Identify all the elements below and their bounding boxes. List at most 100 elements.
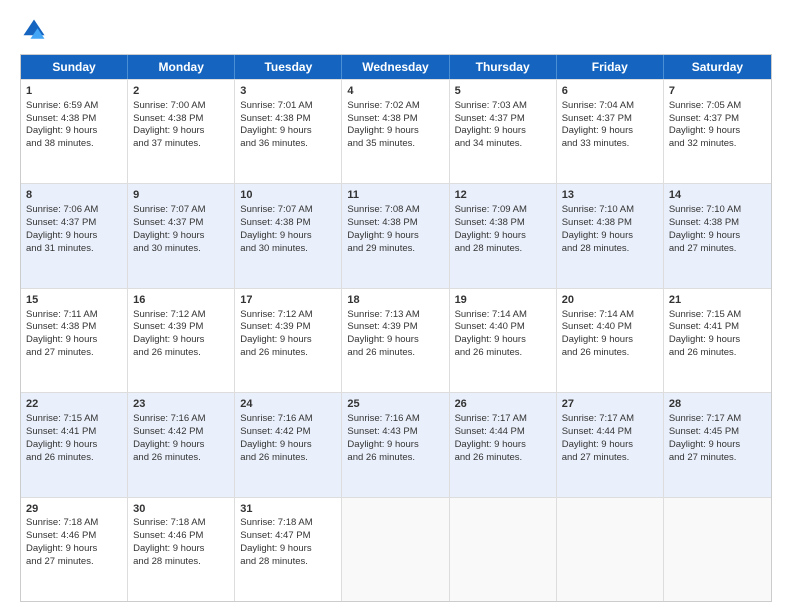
day-number: 5 bbox=[455, 84, 551, 99]
day-info: Sunrise: 7:18 AM Sunset: 4:47 PM Dayligh… bbox=[240, 517, 312, 566]
day-info: Sunrise: 7:05 AM Sunset: 4:37 PM Dayligh… bbox=[669, 100, 741, 149]
cal-cell-day-27: 27Sunrise: 7:17 AM Sunset: 4:44 PM Dayli… bbox=[557, 393, 664, 496]
cal-cell-day-31: 31Sunrise: 7:18 AM Sunset: 4:47 PM Dayli… bbox=[235, 498, 342, 601]
day-info: Sunrise: 7:16 AM Sunset: 4:43 PM Dayligh… bbox=[347, 413, 419, 462]
cal-cell-day-18: 18Sunrise: 7:13 AM Sunset: 4:39 PM Dayli… bbox=[342, 289, 449, 392]
cal-cell-day-7: 7Sunrise: 7:05 AM Sunset: 4:37 PM Daylig… bbox=[664, 80, 771, 183]
cal-cell-day-30: 30Sunrise: 7:18 AM Sunset: 4:46 PM Dayli… bbox=[128, 498, 235, 601]
cal-cell-day-2: 2Sunrise: 7:00 AM Sunset: 4:38 PM Daylig… bbox=[128, 80, 235, 183]
header bbox=[20, 16, 772, 44]
day-info: Sunrise: 7:10 AM Sunset: 4:38 PM Dayligh… bbox=[669, 204, 741, 253]
day-number: 22 bbox=[26, 397, 122, 412]
cal-header-cell-wednesday: Wednesday bbox=[342, 55, 449, 79]
cal-cell-day-4: 4Sunrise: 7:02 AM Sunset: 4:38 PM Daylig… bbox=[342, 80, 449, 183]
day-number: 29 bbox=[26, 502, 122, 517]
calendar-body: 1Sunrise: 6:59 AM Sunset: 4:38 PM Daylig… bbox=[21, 79, 771, 601]
day-info: Sunrise: 7:17 AM Sunset: 4:44 PM Dayligh… bbox=[455, 413, 527, 462]
cal-cell-day-13: 13Sunrise: 7:10 AM Sunset: 4:38 PM Dayli… bbox=[557, 184, 664, 287]
day-number: 26 bbox=[455, 397, 551, 412]
day-info: Sunrise: 7:14 AM Sunset: 4:40 PM Dayligh… bbox=[562, 309, 634, 358]
cal-cell-day-19: 19Sunrise: 7:14 AM Sunset: 4:40 PM Dayli… bbox=[450, 289, 557, 392]
day-number: 21 bbox=[669, 293, 766, 308]
cal-cell-day-15: 15Sunrise: 7:11 AM Sunset: 4:38 PM Dayli… bbox=[21, 289, 128, 392]
day-number: 20 bbox=[562, 293, 658, 308]
cal-cell-day-22: 22Sunrise: 7:15 AM Sunset: 4:41 PM Dayli… bbox=[21, 393, 128, 496]
day-info: Sunrise: 7:11 AM Sunset: 4:38 PM Dayligh… bbox=[26, 309, 98, 358]
day-number: 18 bbox=[347, 293, 443, 308]
cal-row-1: 1Sunrise: 6:59 AM Sunset: 4:38 PM Daylig… bbox=[21, 79, 771, 183]
cal-header-cell-saturday: Saturday bbox=[664, 55, 771, 79]
calendar: SundayMondayTuesdayWednesdayThursdayFrid… bbox=[20, 54, 772, 602]
day-number: 25 bbox=[347, 397, 443, 412]
day-number: 10 bbox=[240, 188, 336, 203]
cal-header-cell-friday: Friday bbox=[557, 55, 664, 79]
day-info: Sunrise: 7:12 AM Sunset: 4:39 PM Dayligh… bbox=[133, 309, 205, 358]
day-number: 1 bbox=[26, 84, 122, 99]
cal-cell-day-8: 8Sunrise: 7:06 AM Sunset: 4:37 PM Daylig… bbox=[21, 184, 128, 287]
day-info: Sunrise: 7:10 AM Sunset: 4:38 PM Dayligh… bbox=[562, 204, 634, 253]
logo-icon bbox=[20, 16, 48, 44]
day-info: Sunrise: 7:15 AM Sunset: 4:41 PM Dayligh… bbox=[26, 413, 98, 462]
day-number: 23 bbox=[133, 397, 229, 412]
day-number: 9 bbox=[133, 188, 229, 203]
day-info: Sunrise: 7:13 AM Sunset: 4:39 PM Dayligh… bbox=[347, 309, 419, 358]
day-info: Sunrise: 7:16 AM Sunset: 4:42 PM Dayligh… bbox=[133, 413, 205, 462]
day-number: 31 bbox=[240, 502, 336, 517]
day-info: Sunrise: 7:04 AM Sunset: 4:37 PM Dayligh… bbox=[562, 100, 634, 149]
day-info: Sunrise: 7:17 AM Sunset: 4:45 PM Dayligh… bbox=[669, 413, 741, 462]
day-number: 27 bbox=[562, 397, 658, 412]
day-info: Sunrise: 6:59 AM Sunset: 4:38 PM Dayligh… bbox=[26, 100, 98, 149]
day-number: 19 bbox=[455, 293, 551, 308]
day-info: Sunrise: 7:00 AM Sunset: 4:38 PM Dayligh… bbox=[133, 100, 205, 149]
day-info: Sunrise: 7:08 AM Sunset: 4:38 PM Dayligh… bbox=[347, 204, 419, 253]
cal-header-cell-thursday: Thursday bbox=[450, 55, 557, 79]
day-number: 7 bbox=[669, 84, 766, 99]
day-info: Sunrise: 7:12 AM Sunset: 4:39 PM Dayligh… bbox=[240, 309, 312, 358]
cal-cell-day-1: 1Sunrise: 6:59 AM Sunset: 4:38 PM Daylig… bbox=[21, 80, 128, 183]
cal-row-4: 22Sunrise: 7:15 AM Sunset: 4:41 PM Dayli… bbox=[21, 392, 771, 496]
cal-header-cell-sunday: Sunday bbox=[21, 55, 128, 79]
cal-cell-day-3: 3Sunrise: 7:01 AM Sunset: 4:38 PM Daylig… bbox=[235, 80, 342, 183]
cal-cell-day-6: 6Sunrise: 7:04 AM Sunset: 4:37 PM Daylig… bbox=[557, 80, 664, 183]
cal-cell-day-25: 25Sunrise: 7:16 AM Sunset: 4:43 PM Dayli… bbox=[342, 393, 449, 496]
day-number: 4 bbox=[347, 84, 443, 99]
day-number: 15 bbox=[26, 293, 122, 308]
cal-cell-day-5: 5Sunrise: 7:03 AM Sunset: 4:37 PM Daylig… bbox=[450, 80, 557, 183]
day-number: 14 bbox=[669, 188, 766, 203]
day-info: Sunrise: 7:18 AM Sunset: 4:46 PM Dayligh… bbox=[133, 517, 205, 566]
cal-header-cell-monday: Monday bbox=[128, 55, 235, 79]
cal-cell-empty bbox=[342, 498, 449, 601]
cal-cell-day-29: 29Sunrise: 7:18 AM Sunset: 4:46 PM Dayli… bbox=[21, 498, 128, 601]
cal-cell-day-10: 10Sunrise: 7:07 AM Sunset: 4:38 PM Dayli… bbox=[235, 184, 342, 287]
day-info: Sunrise: 7:17 AM Sunset: 4:44 PM Dayligh… bbox=[562, 413, 634, 462]
day-info: Sunrise: 7:16 AM Sunset: 4:42 PM Dayligh… bbox=[240, 413, 312, 462]
day-info: Sunrise: 7:07 AM Sunset: 4:38 PM Dayligh… bbox=[240, 204, 312, 253]
day-info: Sunrise: 7:14 AM Sunset: 4:40 PM Dayligh… bbox=[455, 309, 527, 358]
cal-cell-empty bbox=[450, 498, 557, 601]
day-info: Sunrise: 7:03 AM Sunset: 4:37 PM Dayligh… bbox=[455, 100, 527, 149]
day-info: Sunrise: 7:18 AM Sunset: 4:46 PM Dayligh… bbox=[26, 517, 98, 566]
day-info: Sunrise: 7:09 AM Sunset: 4:38 PM Dayligh… bbox=[455, 204, 527, 253]
day-number: 3 bbox=[240, 84, 336, 99]
day-number: 12 bbox=[455, 188, 551, 203]
cal-cell-empty bbox=[664, 498, 771, 601]
day-number: 13 bbox=[562, 188, 658, 203]
cal-row-5: 29Sunrise: 7:18 AM Sunset: 4:46 PM Dayli… bbox=[21, 497, 771, 601]
day-info: Sunrise: 7:01 AM Sunset: 4:38 PM Dayligh… bbox=[240, 100, 312, 149]
logo bbox=[20, 16, 52, 44]
cal-cell-day-17: 17Sunrise: 7:12 AM Sunset: 4:39 PM Dayli… bbox=[235, 289, 342, 392]
cal-row-3: 15Sunrise: 7:11 AM Sunset: 4:38 PM Dayli… bbox=[21, 288, 771, 392]
calendar-header: SundayMondayTuesdayWednesdayThursdayFrid… bbox=[21, 55, 771, 79]
cal-cell-day-24: 24Sunrise: 7:16 AM Sunset: 4:42 PM Dayli… bbox=[235, 393, 342, 496]
day-number: 17 bbox=[240, 293, 336, 308]
cal-cell-day-16: 16Sunrise: 7:12 AM Sunset: 4:39 PM Dayli… bbox=[128, 289, 235, 392]
cal-cell-day-11: 11Sunrise: 7:08 AM Sunset: 4:38 PM Dayli… bbox=[342, 184, 449, 287]
cal-cell-day-20: 20Sunrise: 7:14 AM Sunset: 4:40 PM Dayli… bbox=[557, 289, 664, 392]
day-number: 8 bbox=[26, 188, 122, 203]
day-info: Sunrise: 7:06 AM Sunset: 4:37 PM Dayligh… bbox=[26, 204, 98, 253]
cal-cell-empty bbox=[557, 498, 664, 601]
day-number: 30 bbox=[133, 502, 229, 517]
cal-header-cell-tuesday: Tuesday bbox=[235, 55, 342, 79]
cal-cell-day-12: 12Sunrise: 7:09 AM Sunset: 4:38 PM Dayli… bbox=[450, 184, 557, 287]
page: SundayMondayTuesdayWednesdayThursdayFrid… bbox=[0, 0, 792, 612]
